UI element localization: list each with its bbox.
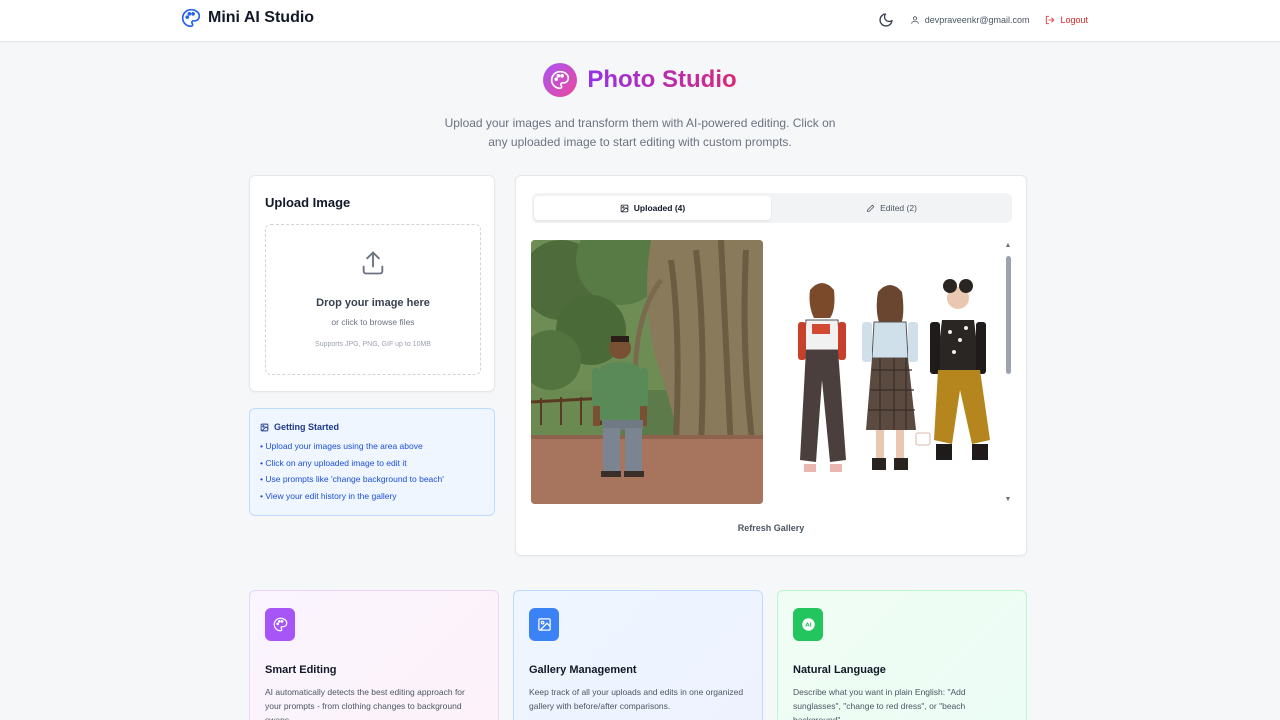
gallery-image-1[interactable] <box>531 240 763 504</box>
svg-text:AI: AI <box>805 623 811 629</box>
tab-edited[interactable]: Edited (2) <box>773 196 1010 220</box>
getting-started-heading: Getting Started <box>260 422 484 432</box>
drop-title: Drop your image here <box>316 297 430 309</box>
image-icon <box>529 608 559 641</box>
pencil-icon <box>867 204 875 212</box>
list-item: • View your edit history in the gallery <box>260 490 397 501</box>
drop-subtitle: or click to browse files <box>331 317 415 327</box>
fashion-illustration-image <box>776 240 1008 504</box>
palette-icon <box>265 608 295 641</box>
palette-icon <box>181 8 201 28</box>
scroll-up-arrow-icon[interactable]: ▲ <box>1004 242 1012 250</box>
scrollbar-thumb[interactable] <box>1006 256 1011 374</box>
tab-uploaded-label: Uploaded (4) <box>633 203 686 213</box>
moon-icon[interactable] <box>878 12 894 28</box>
hero: Photo Studio Upload your images and tran… <box>0 63 1280 152</box>
page-title: Photo Studio <box>587 66 737 93</box>
gallery-scrollbar[interactable]: ▲ ▼ <box>1004 242 1012 504</box>
getting-started-card: Getting Started • Upload your images usi… <box>249 408 495 516</box>
feature-title: Smart Editing <box>265 664 337 676</box>
logout-icon <box>1046 15 1055 25</box>
logout-label: Logout <box>1060 15 1088 25</box>
feature-card-natural-language: AI Natural Language Describe what you wa… <box>777 590 1027 720</box>
page-subtitle: Upload your images and transform them wi… <box>444 116 836 149</box>
feature-title: Gallery Management <box>529 664 637 676</box>
gallery-tabs: Uploaded (4) Edited (2) <box>532 193 1012 223</box>
list-item: • Upload your images using the area abov… <box>260 441 423 451</box>
nav-actions: devpraveenkr@gmail.com Logout <box>878 12 1088 28</box>
drop-hint: Supports JPG, PNG, GIF up to 10MB <box>315 341 431 348</box>
upload-title: Upload Image <box>265 195 351 210</box>
gallery-card: Uploaded (4) Edited (2) ▲ ▼ Refresh Gall… <box>515 175 1027 556</box>
tab-uploaded[interactable]: Uploaded (4) <box>534 196 771 220</box>
photo-man-tree-image <box>531 240 763 504</box>
hero-heading: Photo Studio <box>543 63 737 97</box>
feature-title: Natural Language <box>793 664 886 676</box>
feature-card-smart-editing: Smart Editing AI automatically detects t… <box>249 590 499 720</box>
getting-started-list: • Upload your images using the area abov… <box>260 438 484 504</box>
scroll-down-arrow-icon[interactable]: ▼ <box>1004 496 1012 504</box>
feature-card-gallery-management: Gallery Management Keep track of all you… <box>513 590 763 720</box>
user-icon <box>911 16 919 24</box>
feature-description: Keep track of all your uploads and edits… <box>529 687 744 711</box>
upload-card: Upload Image Drop your image here or cli… <box>249 175 495 392</box>
image-icon <box>260 423 269 431</box>
user-email: devpraveenkr@gmail.com <box>924 15 1030 25</box>
tab-edited-label: Edited (2) <box>880 203 917 213</box>
top-nav: Mini AI Studio devpraveenkr@gmail.com Lo… <box>0 0 1280 42</box>
palette-icon <box>543 63 578 97</box>
ai-icon: AI <box>793 608 823 641</box>
gallery-image-2[interactable] <box>776 240 1008 504</box>
refresh-gallery-button[interactable]: Refresh Gallery <box>516 523 1026 533</box>
user-info: devpraveenkr@gmail.com <box>910 15 1030 25</box>
getting-started-title: Getting Started <box>274 422 340 432</box>
feature-description: Describe what you want in plain English:… <box>793 687 966 720</box>
upload-icon <box>362 251 384 275</box>
brand[interactable]: Mini AI Studio <box>181 8 314 28</box>
image-icon <box>620 204 629 212</box>
logout-button[interactable]: Logout <box>1045 15 1088 25</box>
upload-dropzone[interactable]: Drop your image here or click to browse … <box>265 224 481 375</box>
list-item: • Click on any uploaded image to edit it <box>260 457 407 468</box>
gallery-grid <box>531 240 1011 506</box>
list-item: • Use prompts like 'change background to… <box>260 474 444 484</box>
app-title: Mini AI Studio <box>208 9 315 26</box>
feature-description: AI automatically detects the best editin… <box>265 687 465 720</box>
